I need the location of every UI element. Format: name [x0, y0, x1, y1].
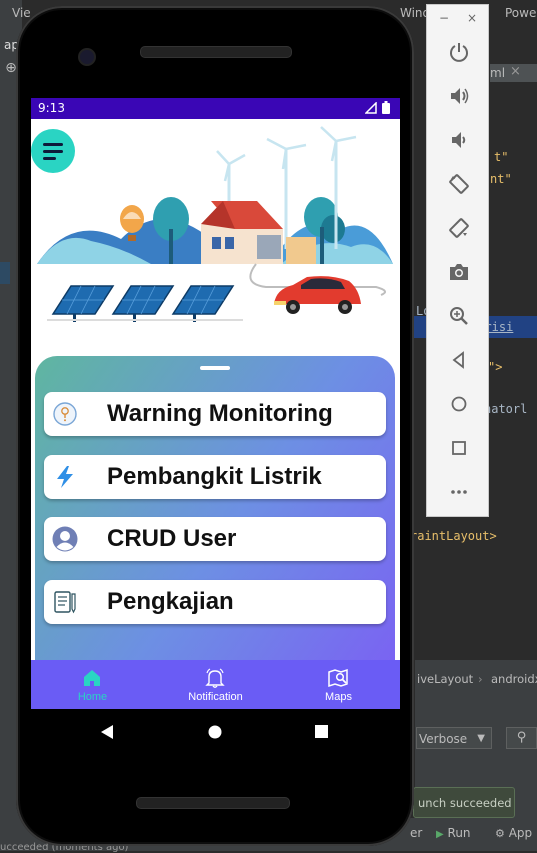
- back-icon[interactable]: [99, 724, 115, 740]
- nav-notification-label: Notification: [188, 691, 243, 703]
- code-line-1: t": [494, 150, 509, 164]
- search-icon[interactable]: ⚲: [506, 727, 537, 749]
- run-tab[interactable]: ▶ Run: [436, 826, 471, 840]
- status-time: 9:13: [38, 101, 65, 115]
- menu-card-label: Warning Monitoring: [107, 400, 333, 427]
- home-icon: [84, 670, 100, 686]
- sheet-drag-handle[interactable]: [200, 366, 230, 370]
- rotate-right-icon[interactable]: [427, 213, 490, 243]
- bottom-navigation: Home Notification Maps: [31, 660, 400, 709]
- status-bar: 9:13: [31, 98, 400, 119]
- home-circle-icon[interactable]: [208, 725, 222, 739]
- menu-card-warning-monitoring[interactable]: Warning Monitoring: [44, 392, 386, 436]
- map-icon: [328, 668, 348, 688]
- renewable-energy-illustration: [37, 126, 393, 322]
- signal-icon: [365, 102, 377, 114]
- run-icon: ▶: [436, 829, 444, 840]
- more-icon[interactable]: [427, 477, 490, 507]
- volume-down-icon[interactable]: [427, 125, 490, 155]
- breadcrumb-item[interactable]: androidx: [491, 672, 537, 686]
- app-tab[interactable]: ⚙ App: [495, 826, 532, 840]
- rotate-left-icon[interactable]: [427, 169, 490, 199]
- nav-home-label: Home: [77, 691, 108, 703]
- code-line-11: raintLayout>: [410, 529, 497, 543]
- front-camera: [78, 48, 96, 66]
- user-icon: [52, 526, 78, 552]
- ide-menu-view[interactable]: Vie: [12, 6, 31, 20]
- power-icon[interactable]: [427, 37, 490, 67]
- close-icon[interactable]: ×: [510, 64, 521, 79]
- breadcrumb-separator: ›: [478, 672, 483, 686]
- code-line-9: ">: [488, 360, 503, 374]
- menu-card-pembangkit-listrik[interactable]: Pembangkit Listrik: [44, 455, 386, 499]
- system-navigation-bar: [35, 709, 400, 755]
- ide-file-tab-label: ml: [490, 66, 506, 80]
- close-icon[interactable]: ×: [467, 11, 477, 25]
- top-speaker: [140, 46, 292, 58]
- bell-icon: [205, 668, 225, 688]
- breadcrumb-item[interactable]: iveLayout: [417, 672, 473, 686]
- volume-up-icon[interactable]: [427, 81, 490, 111]
- menu-card-label: Pembangkit Listrik: [107, 463, 322, 490]
- app-inspection-icon: ⚙: [495, 827, 505, 840]
- nav-maps-label: Maps: [325, 691, 352, 703]
- bottom-speaker: [136, 797, 290, 809]
- lightning-icon: [57, 466, 73, 488]
- bottom-tab-partial[interactable]: er: [410, 826, 422, 840]
- menu-card-label: CRUD User: [107, 525, 237, 552]
- menu-card-pengkajian[interactable]: Pengkajian: [44, 580, 386, 624]
- minimize-icon[interactable]: −: [439, 11, 449, 25]
- log-level-select[interactable]: Verbose ▼: [416, 727, 492, 749]
- menu-button[interactable]: [31, 129, 75, 173]
- emulator-toolbar: − ×: [426, 4, 489, 517]
- menu-card-label: Pengkajian: [107, 588, 234, 615]
- battery-icon: [382, 101, 390, 114]
- hamburger-line-icon: [43, 142, 63, 146]
- chevron-down-icon: ▼: [477, 733, 485, 744]
- code-line-3: nt": [490, 172, 512, 186]
- warning-icon: [53, 402, 77, 426]
- back-icon[interactable]: [427, 345, 490, 375]
- menu-card-crud-user[interactable]: CRUD User: [44, 517, 386, 561]
- ide-selected-row: [0, 262, 10, 284]
- overview-icon[interactable]: [427, 433, 490, 463]
- app-tab-label: App: [508, 826, 533, 840]
- ide-file-tab[interactable]: ml ×: [490, 64, 537, 82]
- bottom-sheet: Warning Monitoring Pembangkit Listrik CR…: [35, 356, 395, 666]
- nav-home[interactable]: Home: [31, 660, 154, 709]
- camera-icon[interactable]: [427, 257, 490, 287]
- document-icon: [54, 591, 76, 614]
- ide-menu-power[interactable]: Powe: [505, 6, 536, 20]
- zoom-icon[interactable]: [427, 301, 490, 331]
- log-level-value: Verbose: [419, 732, 468, 746]
- hamburger-line-icon: [43, 149, 63, 153]
- app-screen: 9:13 Warning Monitoring Pembangkit Listr…: [31, 98, 400, 709]
- run-tab-label: Run: [447, 826, 471, 840]
- nav-maps[interactable]: Maps: [277, 660, 400, 709]
- home-circle-icon[interactable]: [427, 389, 490, 419]
- nav-notification[interactable]: Notification: [154, 660, 277, 709]
- hamburger-line-icon: [43, 156, 56, 160]
- overview-icon[interactable]: [315, 725, 328, 738]
- launch-toast: unch succeeded: [413, 787, 515, 818]
- code-line-10: natorl: [484, 402, 528, 416]
